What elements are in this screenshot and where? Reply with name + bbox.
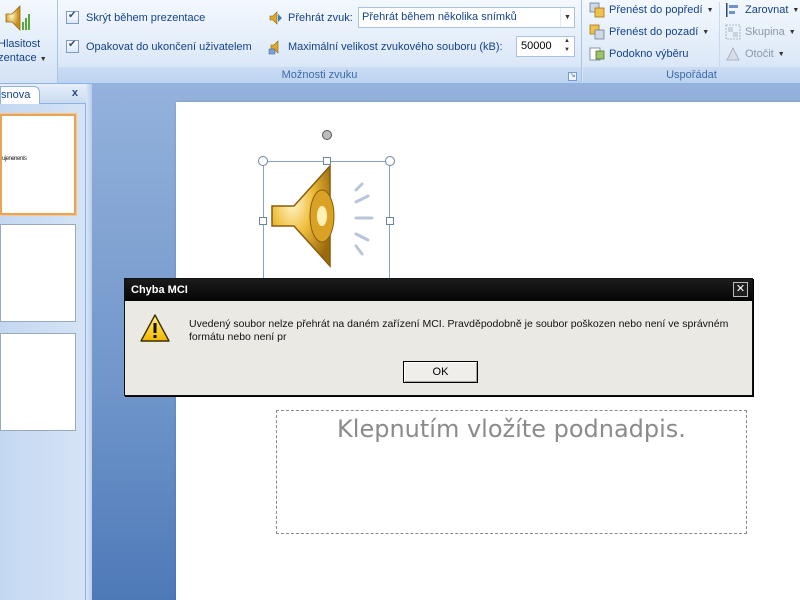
arrange-group: Přenést do popředí ▼ Přenést do pozadí ▼… bbox=[583, 0, 800, 84]
rotate-button[interactable]: Otočit ▼ bbox=[725, 46, 785, 62]
subtitle-placeholder[interactable]: Klepnutím vložíte podnadpis. bbox=[276, 410, 747, 534]
dialog-launcher-icon[interactable]: ↘ bbox=[568, 72, 577, 81]
slide-thumbnail-2[interactable] bbox=[0, 224, 76, 322]
loop-option[interactable]: Opakovat do ukončení uživatelem bbox=[66, 39, 252, 53]
rotate-icon bbox=[726, 47, 740, 61]
slideshow-volume-button[interactable]: Hlasitost ezentace ▼ bbox=[0, 0, 56, 66]
dialog-message: Uvedený soubor nelze přehrát na daném za… bbox=[189, 318, 729, 343]
hide-during-show-checkbox[interactable] bbox=[66, 10, 79, 24]
play-sound-select[interactable]: Přehrát během několika snímků ▼ bbox=[358, 7, 575, 28]
resize-handle-tr[interactable] bbox=[385, 156, 395, 166]
ok-button[interactable]: OK bbox=[403, 361, 478, 383]
divider bbox=[719, 2, 720, 66]
loop-label: Opakovat do ukončení uživatelem bbox=[86, 40, 252, 53]
warning-icon bbox=[140, 314, 170, 342]
resize-handle-r[interactable] bbox=[386, 217, 394, 225]
sound-options-group-title: Možnosti zvuku bbox=[58, 67, 581, 83]
selection-pane-button[interactable]: Podokno výběru bbox=[589, 46, 689, 62]
chevron-down-icon: ▼ bbox=[39, 56, 47, 63]
resize-handle-tl[interactable] bbox=[258, 156, 268, 166]
selection-pane-label: Podokno výběru bbox=[609, 48, 689, 60]
hide-during-show-label: Skrýt během prezentace bbox=[86, 11, 206, 24]
dialog-title: Chyba MCI bbox=[131, 284, 188, 296]
volume-speaker-icon bbox=[5, 5, 30, 31]
play-sound-row: Přehrát zvuk: bbox=[268, 10, 353, 26]
max-size-spinner[interactable]: 50000 ▲ ▼ bbox=[516, 36, 575, 57]
thumbnail-text: ujenenenís bbox=[2, 156, 27, 162]
group-label: Skupina bbox=[745, 26, 785, 38]
rotate-label: Otočit bbox=[745, 48, 774, 60]
sound-file-size-icon bbox=[268, 40, 279, 55]
chevron-down-icon: ▼ bbox=[792, 6, 800, 14]
play-sound-icon bbox=[269, 11, 282, 25]
group-objects-icon bbox=[725, 24, 741, 40]
dropdown-arrow-icon[interactable]: ▼ bbox=[560, 8, 574, 27]
arrange-group-title: Uspořádat bbox=[583, 67, 800, 83]
rotate-handle[interactable] bbox=[322, 130, 332, 140]
group-button[interactable]: Skupina ▼ bbox=[725, 24, 796, 40]
send-to-back-button[interactable]: Přenést do pozadí ▼ bbox=[589, 24, 709, 40]
slide-thumbnail-1[interactable]: ujenenenís bbox=[0, 114, 76, 215]
volume-label-line2: ezentace bbox=[0, 52, 37, 64]
close-icon[interactable]: x bbox=[72, 87, 78, 99]
max-size-label: Maximální velikost zvukového souboru (kB… bbox=[288, 41, 503, 53]
slides-pane: snova x ujenenenís bbox=[0, 84, 86, 600]
align-icon bbox=[726, 3, 738, 17]
subtitle-placeholder-text: Klepnutím vložíte podnadpis. bbox=[337, 415, 686, 443]
chevron-down-icon: ▼ bbox=[702, 28, 710, 36]
sound-options-group: Skrýt během prezentace Opakovat do ukonč… bbox=[58, 0, 582, 84]
tab-outline[interactable]: snova bbox=[0, 86, 40, 104]
align-button[interactable]: Zarovnat ▼ bbox=[725, 2, 799, 18]
spinner-arrows-icon[interactable]: ▲ ▼ bbox=[560, 37, 574, 56]
bring-to-front-label: Přenést do popředí bbox=[609, 4, 703, 16]
chevron-down-icon: ▼ bbox=[706, 6, 714, 14]
send-to-back-icon bbox=[589, 24, 605, 40]
close-icon[interactable]: ✕ bbox=[733, 282, 748, 297]
dialog-titlebar[interactable]: Chyba MCI bbox=[125, 279, 752, 301]
play-sound-value: Přehrát během několika snímků bbox=[362, 11, 517, 23]
dialog-body: Uvedený soubor nelze přehrát na daném za… bbox=[125, 301, 752, 395]
chevron-down-icon: ▼ bbox=[788, 28, 796, 36]
volume-label-line1: Hlasitost bbox=[0, 38, 41, 50]
resize-handle-t[interactable] bbox=[323, 157, 331, 165]
slide-thumbnail-3[interactable] bbox=[0, 333, 76, 431]
mci-error-dialog: Chyba MCI ✕ Uvedený soubor nelze přehrát… bbox=[124, 278, 753, 396]
hide-during-show-option[interactable]: Skrýt během prezentace bbox=[66, 10, 206, 24]
max-size-value: 50000 bbox=[521, 40, 552, 52]
max-size-row: Maximální velikost zvukového souboru (kB… bbox=[268, 39, 503, 55]
ribbon: Hlasitost ezentace ▼ Skrýt během prezent… bbox=[0, 0, 800, 84]
align-label: Zarovnat bbox=[745, 4, 789, 16]
loop-checkbox[interactable] bbox=[66, 39, 79, 53]
pane-tabbar: snova x bbox=[0, 84, 86, 104]
chevron-down-icon: ▼ bbox=[777, 50, 785, 58]
bring-to-front-button[interactable]: Přenést do popředí ▼ bbox=[589, 2, 714, 18]
selection-pane-icon bbox=[589, 47, 605, 61]
tab-outline-label: snova bbox=[1, 89, 31, 101]
bring-to-front-icon bbox=[589, 2, 605, 18]
play-sound-label: Přehrát zvuk: bbox=[288, 12, 353, 24]
send-to-back-label: Přenést do pozadí bbox=[609, 26, 699, 38]
volume-group: Hlasitost ezentace ▼ bbox=[0, 0, 58, 84]
resize-handle-l[interactable] bbox=[259, 217, 267, 225]
